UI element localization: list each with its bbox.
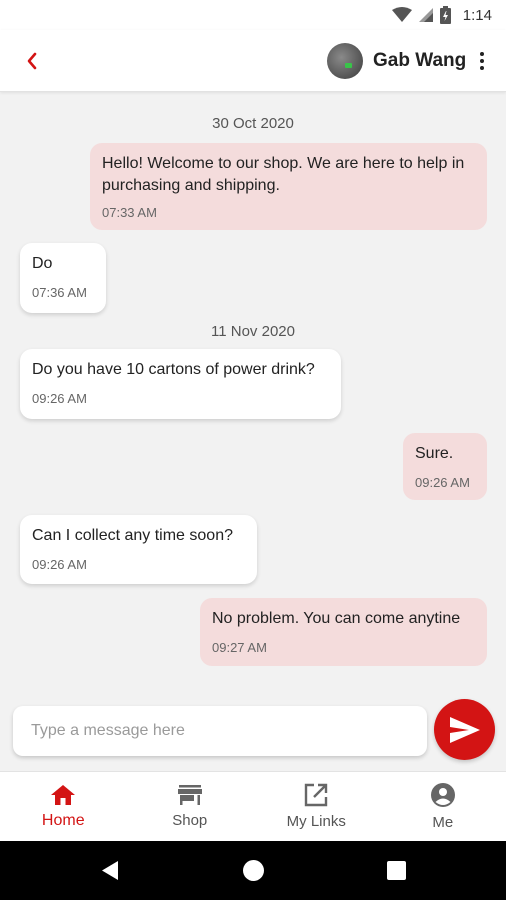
system-navigation-bar	[0, 841, 506, 900]
nav-shop[interactable]: Shop	[127, 772, 254, 841]
chat-header: Gab Wang	[0, 30, 506, 92]
message-bubble-incoming[interactable]: Do you have 10 cartons of power drink? 0…	[20, 349, 341, 419]
message-text: Do you have 10 cartons of power drink?	[32, 361, 315, 378]
message-bubble-outgoing[interactable]: Sure. 09:26 AM	[403, 433, 487, 500]
message-composer	[13, 706, 427, 756]
message-time: 07:36 AM	[32, 285, 87, 300]
external-link-icon	[305, 783, 328, 807]
nav-my-links-label: My Links	[286, 813, 346, 830]
signal-icon	[418, 8, 433, 22]
message-time: 09:26 AM	[32, 391, 87, 406]
avatar[interactable]	[327, 43, 363, 79]
message-bubble-outgoing[interactable]: No problem. You can come anytine 09:27 A…	[200, 598, 487, 666]
wifi-icon	[391, 7, 412, 22]
message-text: Can I collect any time soon?	[32, 527, 233, 544]
message-time: 09:26 AM	[32, 557, 87, 572]
message-time: 09:27 AM	[212, 640, 267, 655]
nav-me[interactable]: Me	[380, 772, 506, 841]
chevron-left-icon	[27, 52, 37, 70]
more-options-button[interactable]	[472, 47, 492, 75]
send-button[interactable]	[434, 699, 495, 760]
nav-home[interactable]: Home	[0, 772, 127, 841]
contact-name[interactable]: Gab Wang	[373, 50, 466, 72]
message-text: Sure.	[415, 445, 454, 462]
status-time: 1:14	[462, 6, 492, 24]
status-bar: 1:14	[0, 0, 506, 30]
account-circle-icon	[430, 783, 455, 807]
message-input[interactable]	[13, 706, 427, 756]
message-bubble-outgoing[interactable]: Hello! Welcome to our shop. We are here …	[90, 143, 487, 230]
home-icon	[51, 784, 76, 805]
back-button[interactable]	[18, 47, 46, 75]
message-bubble-incoming[interactable]: Can I collect any time soon? 09:26 AM	[20, 515, 257, 584]
message-text: Do	[32, 255, 53, 272]
store-icon	[177, 785, 202, 805]
system-back-icon[interactable]	[101, 860, 119, 881]
bottom-navigation: Home Shop My Links Me	[0, 771, 506, 841]
message-text: No problem. You can come anytine	[212, 610, 461, 627]
nav-my-links[interactable]: My Links	[253, 772, 380, 841]
system-recents-icon[interactable]	[387, 861, 406, 880]
message-text: Hello! Welcome to our shop. We are here …	[102, 155, 465, 194]
nav-home-label: Home	[41, 811, 85, 829]
nav-me-label: Me	[432, 814, 454, 831]
date-separator: 11 Nov 2020	[211, 323, 295, 340]
battery-icon	[439, 6, 451, 24]
nav-shop-label: Shop	[172, 812, 208, 829]
message-time: 07:33 AM	[102, 205, 157, 220]
more-vertical-icon	[480, 52, 484, 56]
date-separator: 30 Oct 2020	[212, 115, 294, 132]
send-icon	[449, 716, 480, 743]
message-time: 09:26 AM	[415, 475, 470, 490]
message-bubble-incoming[interactable]: Do 07:36 AM	[20, 243, 106, 313]
system-home-icon[interactable]	[243, 860, 264, 881]
